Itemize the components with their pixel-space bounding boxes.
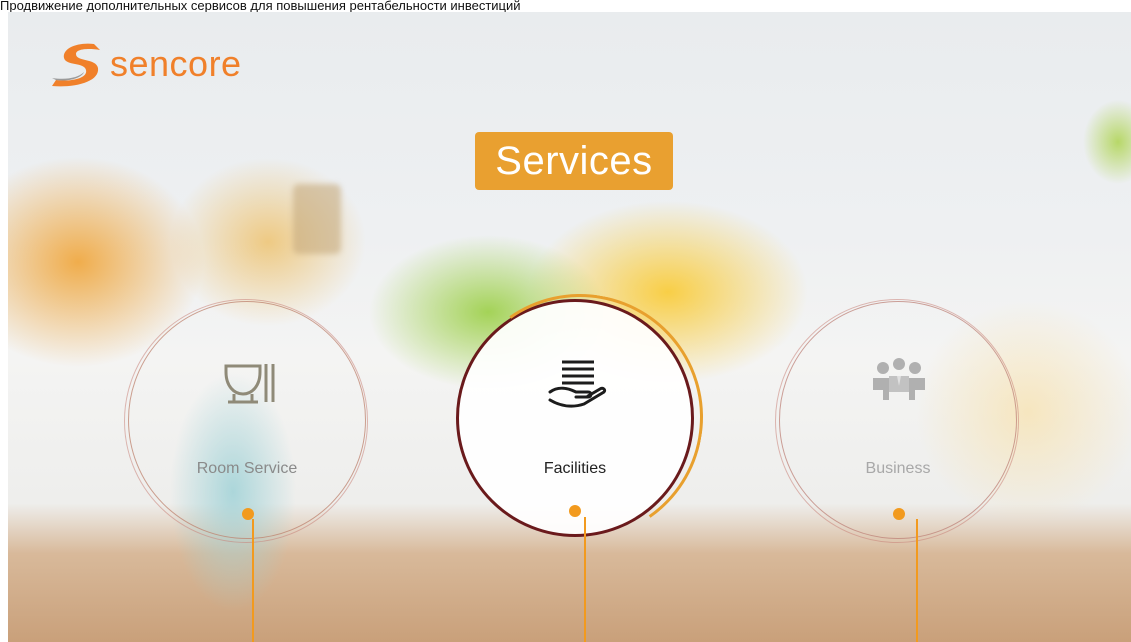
serving-hand-icon bbox=[548, 360, 607, 408]
connector-dot bbox=[569, 505, 581, 517]
service-label: Room Service bbox=[196, 460, 298, 477]
connector-line bbox=[584, 517, 586, 642]
dinner-bell-cloche-icon bbox=[224, 364, 275, 404]
sencore-logo: sencore bbox=[48, 40, 242, 88]
decorative-ring bbox=[124, 299, 368, 543]
selection-arc bbox=[437, 274, 723, 560]
service-label: Business bbox=[865, 460, 931, 477]
service-facilities[interactable]: Facilities bbox=[437, 274, 723, 560]
decorative-ring bbox=[775, 299, 1019, 543]
page-title: Services bbox=[475, 132, 673, 190]
service-label: Facilities bbox=[543, 460, 607, 477]
slide-caption: Продвижение дополнительных сервисов для … bbox=[0, 0, 1131, 12]
brand-name: sencore bbox=[110, 43, 242, 84]
service-business[interactable]: Business bbox=[775, 299, 1019, 543]
tv-portal-screen: sencore Services Room Service Facilities bbox=[8, 12, 1131, 642]
background-picture-frame bbox=[293, 184, 341, 254]
connector-line bbox=[252, 519, 254, 642]
business-meeting-people-icon bbox=[873, 358, 925, 400]
connector-dot bbox=[893, 508, 905, 520]
sencore-swoosh-icon bbox=[52, 43, 100, 87]
service-room-service[interactable]: Room Service bbox=[124, 299, 368, 543]
connector-line bbox=[916, 519, 918, 642]
